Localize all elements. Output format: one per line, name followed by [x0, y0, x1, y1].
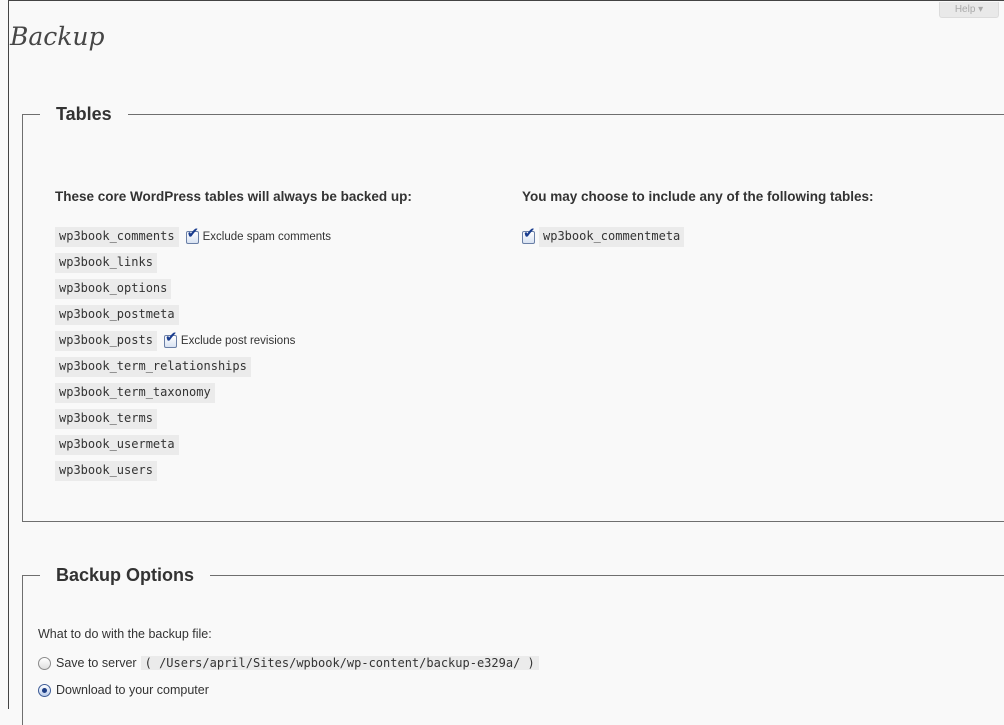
exclude-revisions-checkbox[interactable]: ✔ — [163, 329, 178, 348]
backup-destination-question: What to do with the backup file: — [38, 627, 212, 641]
table-name: wp3book_term_taxonomy — [55, 383, 215, 403]
server-path-value: /Users/april/Sites/wpbook/wp-content/bac… — [159, 656, 521, 670]
core-table-row: wp3book_comments ✔ Exclude spam comments — [55, 225, 331, 247]
core-table-row: wp3book_users — [55, 461, 157, 481]
download-radio[interactable] — [38, 683, 51, 697]
core-table-row: wp3book_postmeta — [55, 305, 179, 325]
page-title: Backup — [10, 22, 105, 51]
path-open-paren: ( — [144, 656, 152, 670]
backup-options-legend: Backup Options — [56, 565, 195, 585]
checkmark-icon: ✔ — [186, 224, 200, 242]
include-commentmeta-checkbox[interactable]: ✔ — [522, 225, 536, 244]
core-table-row: wp3book_posts ✔ Exclude post revisions — [55, 329, 295, 351]
core-tables-heading: These core WordPress tables will always … — [55, 189, 412, 204]
server-path: ( /Users/april/Sites/wpbook/wp-content/b… — [140, 656, 539, 670]
backup-options-fieldset: Backup Options — [22, 565, 1004, 725]
help-tab-button[interactable]: Help ▾ — [939, 2, 999, 18]
optional-table-row: ✔ wp3book_commentmeta — [515, 225, 685, 247]
download-option[interactable]: Download to your computer — [38, 683, 209, 697]
core-table-row: wp3book_terms — [55, 409, 157, 429]
checkmark-icon: ✔ — [523, 224, 536, 242]
exclude-spam-checkbox[interactable]: ✔ — [185, 225, 199, 244]
table-name: wp3book_posts — [55, 331, 157, 351]
optional-table-name[interactable]: wp3book_commentmeta — [539, 227, 685, 247]
save-to-server-option[interactable]: Save to server ( /Users/april/Sites/wpbo… — [38, 656, 542, 670]
checkmark-icon: ✔ — [164, 328, 178, 346]
optional-tables-heading: You may choose to include any of the fol… — [522, 189, 874, 204]
table-name: wp3book_usermeta — [55, 435, 179, 455]
tables-legend: Tables — [56, 104, 112, 124]
table-name: wp3book_postmeta — [55, 305, 179, 325]
path-close-paren: ) — [527, 656, 535, 670]
save-to-server-radio[interactable] — [38, 656, 51, 670]
save-to-server-label[interactable]: Save to server — [56, 656, 137, 670]
core-table-row: wp3book_usermeta — [55, 435, 179, 455]
download-label[interactable]: Download to your computer — [56, 683, 209, 697]
core-table-row: wp3book_options — [55, 279, 172, 299]
table-name: wp3book_links — [55, 253, 157, 273]
exclude-spam-label[interactable]: Exclude spam comments — [203, 231, 331, 243]
radio-selected-dot — [42, 687, 47, 693]
table-name: wp3book_options — [55, 279, 172, 299]
table-name: wp3book_term_relationships — [55, 357, 251, 377]
core-table-row: wp3book_term_taxonomy — [55, 383, 215, 403]
table-name: wp3book_terms — [55, 409, 157, 429]
core-table-row: wp3book_term_relationships — [55, 357, 251, 377]
table-name: wp3book_comments — [55, 227, 179, 247]
table-name: wp3book_users — [55, 461, 157, 481]
core-table-row: wp3book_links — [55, 253, 157, 273]
exclude-revisions-label[interactable]: Exclude post revisions — [181, 335, 295, 347]
